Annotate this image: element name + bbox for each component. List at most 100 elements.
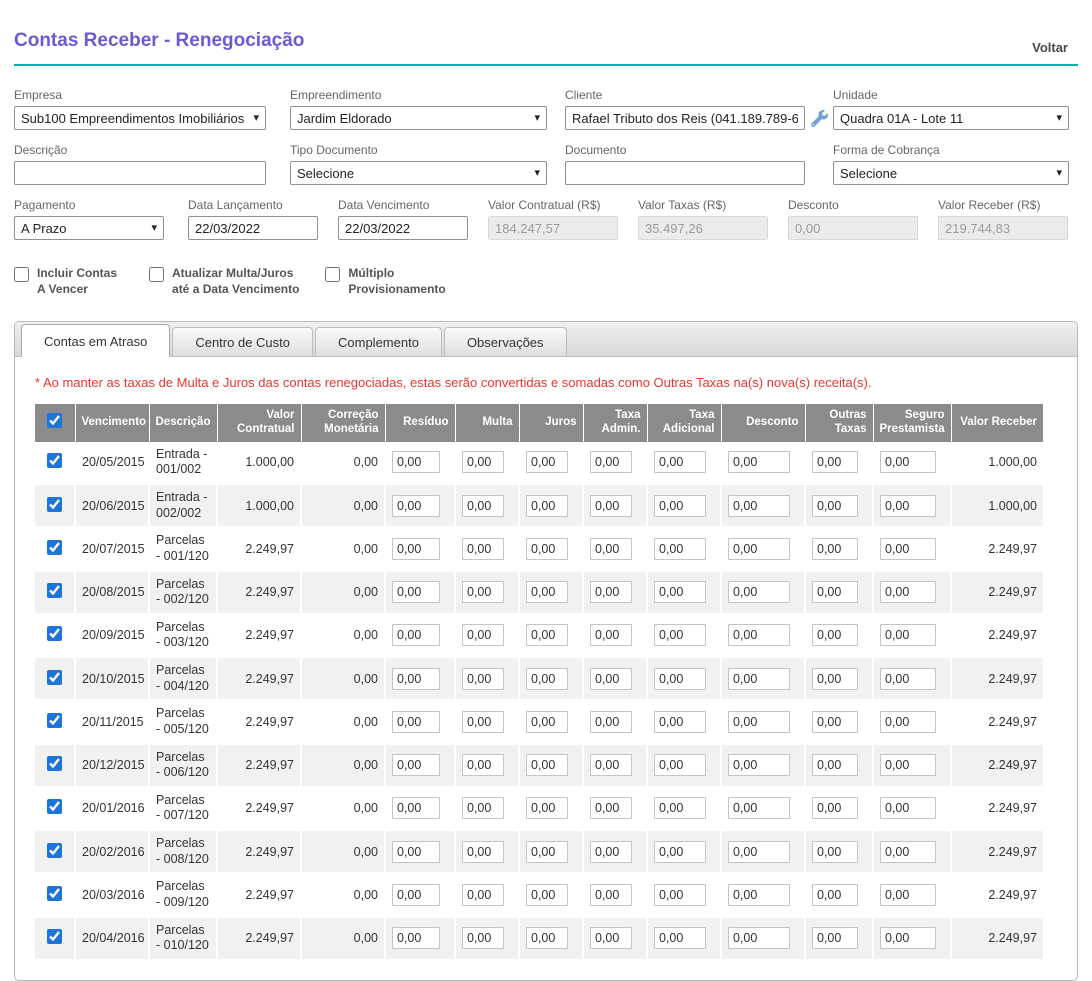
documento-input[interactable] [565, 161, 805, 185]
taxa-adicional-input[interactable] [654, 884, 706, 906]
seguro-prestamista-input[interactable] [880, 495, 936, 517]
juros-input[interactable] [526, 495, 568, 517]
outras-taxas-input[interactable] [812, 538, 858, 560]
taxa-admin-input[interactable] [590, 668, 632, 690]
back-link[interactable]: Voltar [1032, 40, 1068, 55]
multa-input[interactable] [462, 451, 504, 473]
seguro-prestamista-input[interactable] [880, 797, 936, 819]
seguro-prestamista-input[interactable] [880, 668, 936, 690]
multa-input[interactable] [462, 884, 504, 906]
row-select-checkbox[interactable] [47, 799, 62, 814]
empreendimento-select[interactable]: Jardim Eldorado [290, 106, 547, 130]
seguro-prestamista-input[interactable] [880, 884, 936, 906]
outras-taxas-input[interactable] [812, 451, 858, 473]
desconto-input[interactable] [728, 927, 790, 949]
multa-input[interactable] [462, 754, 504, 776]
outras-taxas-input[interactable] [812, 884, 858, 906]
outras-taxas-input[interactable] [812, 754, 858, 776]
desconto-input[interactable] [728, 451, 790, 473]
select-all-checkbox[interactable] [47, 413, 62, 428]
row-select-checkbox[interactable] [47, 886, 62, 901]
multa-input[interactable] [462, 668, 504, 690]
multa-input[interactable] [462, 581, 504, 603]
empresa-select[interactable]: Sub100 Empreendimentos Imobiliários [14, 106, 266, 130]
residuo-input[interactable] [392, 624, 440, 646]
descricao-input[interactable] [14, 161, 266, 185]
taxa-adicional-input[interactable] [654, 797, 706, 819]
unidade-select[interactable]: Quadra 01A - Lote 11 [833, 106, 1069, 130]
desconto-input[interactable] [728, 841, 790, 863]
juros-input[interactable] [526, 668, 568, 690]
taxa-adicional-input[interactable] [654, 495, 706, 517]
juros-input[interactable] [526, 884, 568, 906]
taxa-admin-input[interactable] [590, 927, 632, 949]
desconto-input[interactable] [728, 754, 790, 776]
residuo-input[interactable] [392, 841, 440, 863]
desconto-input[interactable] [728, 624, 790, 646]
row-select-checkbox[interactable] [47, 670, 62, 685]
outras-taxas-input[interactable] [812, 841, 858, 863]
desconto-input[interactable] [728, 581, 790, 603]
row-select-checkbox[interactable] [47, 713, 62, 728]
desconto-input[interactable] [728, 495, 790, 517]
juros-input[interactable] [526, 754, 568, 776]
forma-cobranca-select[interactable]: Selecione [833, 161, 1069, 185]
multa-input[interactable] [462, 624, 504, 646]
multa-input[interactable] [462, 797, 504, 819]
desconto-input[interactable] [728, 711, 790, 733]
taxa-adicional-input[interactable] [654, 711, 706, 733]
seguro-prestamista-input[interactable] [880, 581, 936, 603]
taxa-admin-input[interactable] [590, 624, 632, 646]
atualizar-multa-juros-checkbox[interactable] [149, 267, 164, 282]
taxa-admin-input[interactable] [590, 797, 632, 819]
row-select-checkbox[interactable] [47, 626, 62, 641]
seguro-prestamista-input[interactable] [880, 754, 936, 776]
outras-taxas-input[interactable] [812, 927, 858, 949]
taxa-admin-input[interactable] [590, 841, 632, 863]
taxa-admin-input[interactable] [590, 538, 632, 560]
multiplo-provisionamento-checkbox[interactable] [325, 267, 340, 282]
row-select-checkbox[interactable] [47, 843, 62, 858]
juros-input[interactable] [526, 624, 568, 646]
outras-taxas-input[interactable] [812, 797, 858, 819]
residuo-input[interactable] [392, 797, 440, 819]
residuo-input[interactable] [392, 884, 440, 906]
taxa-adicional-input[interactable] [654, 451, 706, 473]
taxa-admin-input[interactable] [590, 711, 632, 733]
pagamento-select[interactable]: A Prazo [14, 216, 164, 240]
juros-input[interactable] [526, 451, 568, 473]
seguro-prestamista-input[interactable] [880, 711, 936, 733]
outras-taxas-input[interactable] [812, 581, 858, 603]
taxa-admin-input[interactable] [590, 754, 632, 776]
row-select-checkbox[interactable] [47, 540, 62, 555]
taxa-adicional-input[interactable] [654, 754, 706, 776]
tab-centro-de-custo[interactable]: Centro de Custo [172, 327, 313, 356]
desconto-input[interactable] [728, 884, 790, 906]
juros-input[interactable] [526, 581, 568, 603]
seguro-prestamista-input[interactable] [880, 927, 936, 949]
cliente-input[interactable] [565, 106, 805, 130]
multa-input[interactable] [462, 711, 504, 733]
tab-complemento[interactable]: Complemento [315, 327, 442, 356]
juros-input[interactable] [526, 841, 568, 863]
taxa-admin-input[interactable] [590, 495, 632, 517]
row-select-checkbox[interactable] [47, 497, 62, 512]
seguro-prestamista-input[interactable] [880, 451, 936, 473]
outras-taxas-input[interactable] [812, 495, 858, 517]
residuo-input[interactable] [392, 451, 440, 473]
row-select-checkbox[interactable] [47, 756, 62, 771]
tab-observacoes[interactable]: Observações [444, 327, 567, 356]
row-select-checkbox[interactable] [47, 453, 62, 468]
taxa-adicional-input[interactable] [654, 538, 706, 560]
residuo-input[interactable] [392, 668, 440, 690]
taxa-adicional-input[interactable] [654, 841, 706, 863]
incluir-contas-a-vencer-checkbox[interactable] [14, 267, 29, 282]
outras-taxas-input[interactable] [812, 711, 858, 733]
taxa-adicional-input[interactable] [654, 927, 706, 949]
tipo-documento-select[interactable]: Selecione [290, 161, 547, 185]
taxa-adicional-input[interactable] [654, 624, 706, 646]
desconto-input[interactable] [728, 797, 790, 819]
multa-input[interactable] [462, 495, 504, 517]
row-select-checkbox[interactable] [47, 583, 62, 598]
seguro-prestamista-input[interactable] [880, 538, 936, 560]
